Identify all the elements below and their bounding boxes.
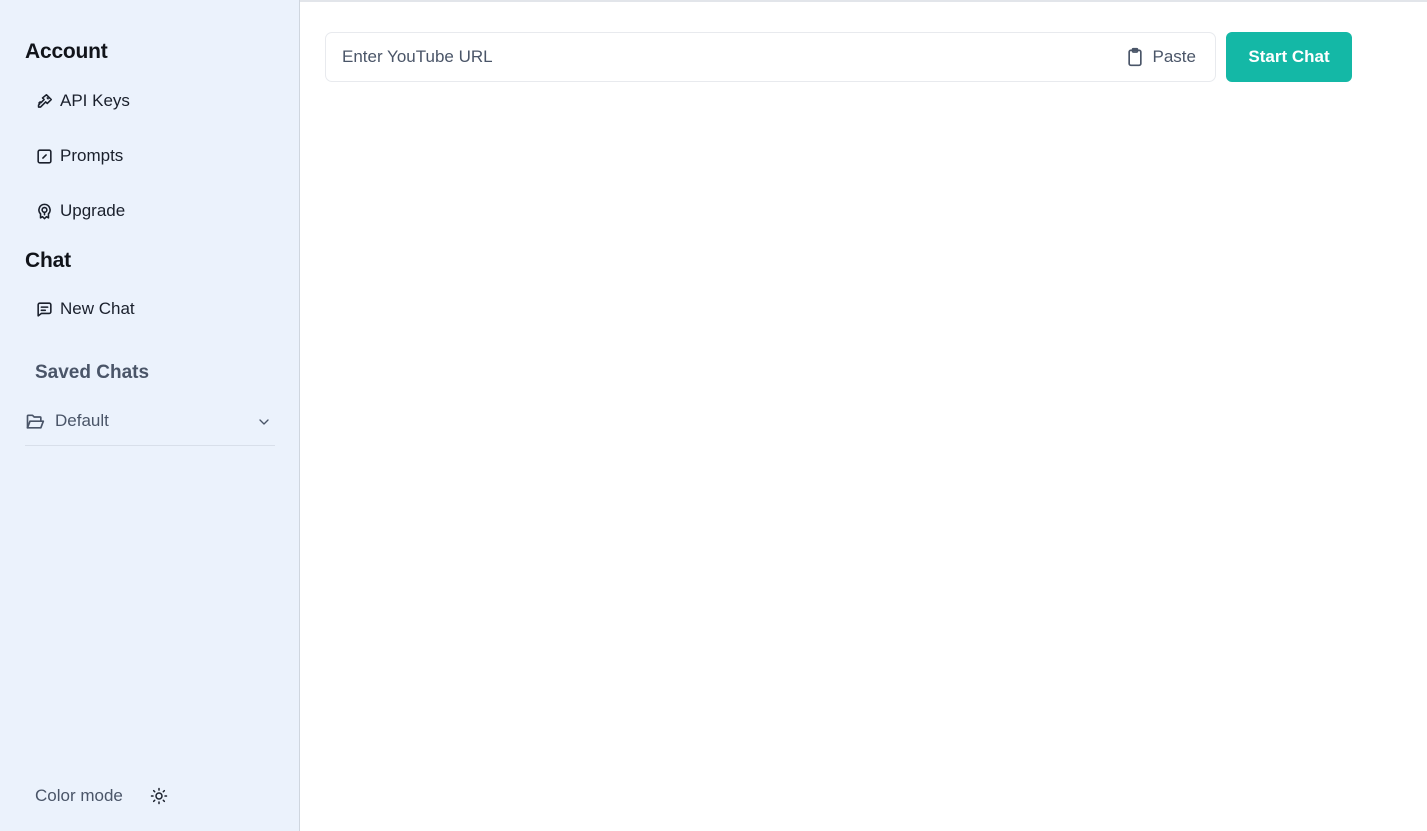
edit-square-icon	[37, 148, 52, 164]
chevron-down-icon[interactable]	[256, 414, 272, 430]
main-content: Paste Start Chat	[300, 0, 1427, 831]
chat-heading: Chat	[25, 249, 71, 272]
folder-open-icon	[26, 414, 45, 429]
folder-default[interactable]: Default	[25, 409, 275, 446]
sidebar-item-label: Prompts	[60, 146, 124, 165]
paste-button[interactable]: Paste	[1125, 47, 1196, 67]
clipboard-icon	[1127, 47, 1142, 67]
sidebar-item-upgrade[interactable]: Upgrade	[35, 198, 125, 224]
folder-label: Default	[55, 411, 109, 430]
sidebar-item-api-keys[interactable]: API Keys	[35, 88, 130, 114]
saved-chats-heading: Saved Chats	[35, 362, 150, 383]
message-square-icon	[37, 301, 52, 317]
key-icon	[37, 93, 53, 108]
paste-label: Paste	[1152, 47, 1196, 66]
color-mode: Color mode	[35, 786, 168, 806]
sun-icon[interactable]	[150, 787, 168, 805]
rocket-badge-icon	[38, 203, 51, 219]
color-mode-label: Color mode	[35, 786, 123, 805]
sidebar-item-label: Upgrade	[60, 201, 126, 220]
url-input-container: Paste	[325, 32, 1216, 82]
sidebar: Account API Keys Prompts Upgrade Chat Ne…	[0, 0, 300, 831]
sidebar-item-label: New Chat	[60, 299, 135, 318]
account-heading: Account	[25, 40, 108, 63]
sidebar-item-new-chat[interactable]: New Chat	[35, 296, 135, 322]
youtube-url-input[interactable]	[326, 33, 1125, 81]
sidebar-item-prompts[interactable]: Prompts	[35, 143, 123, 169]
sidebar-item-label: API Keys	[60, 91, 130, 110]
start-chat-button[interactable]: Start Chat	[1226, 32, 1352, 82]
